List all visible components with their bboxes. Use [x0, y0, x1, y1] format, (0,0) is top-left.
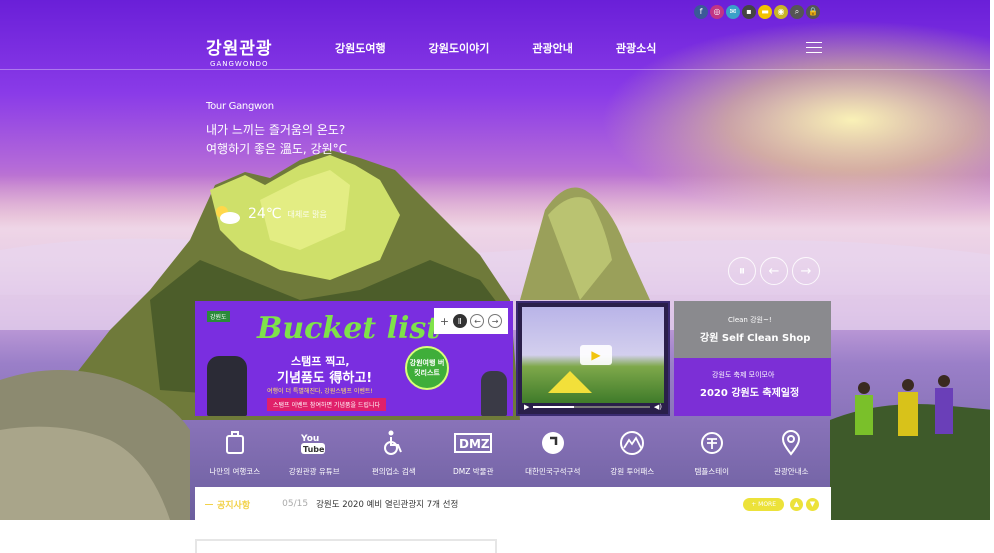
youtube-icon: YouTube [300, 434, 326, 454]
instagram-icon[interactable]: ◎ [710, 5, 724, 19]
banner-badge: 강원도 [207, 311, 230, 322]
notice-label-text: 공지사항 [217, 500, 251, 511]
nav-gangwon-story[interactable]: 강원도이야기 [429, 40, 490, 56]
quick-label: 강원 투어패스 [610, 467, 655, 476]
search-icon[interactable]: ⌕ [790, 5, 804, 19]
main-nav: 강원도여행 강원도이야기 관광안내 관광소식 [335, 40, 699, 56]
banner-controls: + Ⅱ ← → [434, 308, 508, 334]
festival-sub: 강원도 축제 모이모아 [712, 371, 775, 379]
hero-prev-button[interactable]: ← [760, 257, 788, 285]
hero-eyebrow: Tour Gangwon [206, 101, 274, 112]
quick-my-trip-course[interactable]: 나만의 여행코스 [195, 420, 275, 486]
banner-cta-bar: 스탬프 이벤트 참여하면 기념품을 드립니다 [267, 398, 386, 411]
temple-icon [700, 432, 723, 454]
hero-next-button[interactable]: → [792, 257, 820, 285]
quick-label: DMZ 박물관 [453, 467, 494, 476]
clean-shop-sub: Clean 강원~! [728, 316, 772, 324]
quick-label: 편의업소 검색 [371, 467, 416, 476]
wheelchair-icon [383, 430, 402, 455]
video-play-button[interactable]: ▶ [580, 345, 612, 365]
hero-slide-controls: ⏸ ← → [728, 257, 820, 285]
nav-tour-news[interactable]: 관광소식 [616, 40, 656, 56]
notice-headline-link[interactable]: 강원도 2020 예비 열린관광지 7개 선정 [316, 498, 458, 510]
notice-label: 공지사항 [205, 498, 250, 511]
photographer-figure-2 [481, 371, 507, 416]
video-progress-track[interactable] [533, 406, 650, 408]
quick-youtube[interactable]: You Tube 강원관광 유튜브 [275, 420, 355, 486]
svg-text:DMZ: DMZ [459, 437, 490, 451]
video-controls: ▶ ◀) [524, 403, 662, 411]
hero-headline-2: 여행하기 좋은 溫도, 강원°C [206, 142, 347, 156]
camera-icon[interactable]: ◉ [774, 5, 788, 19]
quick-label: 나만의 여행코스 [209, 467, 261, 476]
hero-headline-1: 내가 느끼는 즐거움의 온도? [206, 123, 346, 137]
quick-temple-stay[interactable]: 템플스테이 [672, 420, 752, 486]
lock-icon[interactable]: 🔒 [806, 5, 820, 19]
kakao-story-icon[interactable]: ▬ [758, 5, 772, 19]
dmz-icon: DMZ [454, 433, 493, 453]
volume-icon[interactable]: ◀) [654, 403, 662, 411]
video-control-play-icon[interactable]: ▶ [524, 403, 529, 411]
banner-next-button[interactable]: → [488, 314, 503, 328]
blog-icon[interactable]: ▪ [742, 5, 756, 19]
banner-add-button[interactable]: + [440, 315, 449, 328]
notice-counter: 05/15 [282, 499, 309, 509]
notice-more-button[interactable]: + MORE [743, 497, 784, 511]
video-progress-fill [533, 406, 575, 408]
hero-pause-button[interactable]: ⏸ [728, 257, 756, 285]
social-icon-bar: f ◎ ✉ ▪ ▬ ◉ ⌕ 🔒 [694, 5, 820, 19]
hamburger-menu-icon[interactable] [806, 42, 822, 54]
banner-small-text: 여행이 더 특별해진다, 강원스탬프 이벤트! [267, 388, 373, 395]
banner-line-2: 기념품도 得하고! [277, 371, 373, 386]
weather-widget: 24℃ 대체로 맑음 [212, 203, 327, 225]
corner-icon [541, 432, 564, 454]
video-screen: ▶ [522, 307, 664, 403]
svg-text:You: You [300, 434, 319, 444]
quick-korean-map[interactable]: 대한민국구석구석 [513, 420, 593, 486]
quick-dmz-museum[interactable]: DMZ DMZ 박물관 [434, 420, 514, 486]
below-fold-panel [195, 539, 497, 553]
facebook-icon[interactable]: f [694, 5, 708, 19]
svg-text:Tube: Tube [303, 445, 325, 454]
luggage-icon [225, 431, 244, 454]
bucket-list-stamp: 강원여행 버킷리스트 [405, 346, 449, 390]
photographer-figure [207, 356, 247, 416]
mountain-icon [620, 431, 645, 455]
weather-temp: 24℃ [248, 206, 282, 222]
video-player: ▶ ▶ ◀) [516, 301, 670, 416]
logo-korean: 강원관광 [206, 39, 273, 59]
quick-label: 템플스테이 [694, 467, 730, 476]
nav-gangwon-travel[interactable]: 강원도여행 [335, 40, 386, 56]
banner-prev-button[interactable]: ← [470, 314, 485, 328]
site-logo[interactable]: 강원관광 GANGWONDO [206, 34, 273, 68]
quick-menu: 나만의 여행코스 You Tube 강원관광 유튜브 편의업소 검색 DMZ DM… [195, 420, 831, 486]
notice-up-button[interactable]: ▲ [790, 497, 803, 511]
quick-label: 대한민국구석구석 [525, 467, 581, 476]
logo-english: GANGWONDO [210, 60, 269, 68]
quick-label: 관광안내소 [774, 467, 809, 476]
notice-bar: 공지사항 05/15 강원도 2020 예비 열린관광지 7개 선정 + MOR… [195, 487, 831, 521]
tent-figure [548, 371, 592, 393]
banner-pause-button[interactable]: Ⅱ [452, 314, 467, 328]
clean-shop-banner[interactable]: Clean 강원~! 강원 Self Clean Shop [674, 301, 831, 358]
nav-tour-info[interactable]: 관광안내 [532, 40, 572, 56]
chat-icon[interactable]: ✉ [726, 5, 740, 19]
quick-tour-pass[interactable]: 강원 투어패스 [593, 420, 673, 486]
clean-shop-title: 강원 Self Clean Shop [700, 333, 811, 344]
hero-copy: Tour Gangwon 내가 느끼는 즐거움의 온도? 여행하기 좋은 溫도,… [206, 101, 347, 159]
weather-desc: 대체로 맑음 [287, 209, 327, 219]
festival-title: 2020 강원도 축제일정 [700, 388, 800, 399]
partly-cloudy-icon [216, 206, 240, 224]
notice-down-button[interactable]: ▼ [806, 497, 819, 511]
frame-edge [990, 0, 994, 553]
quick-tour-info-center[interactable]: 관광안내소 [752, 420, 832, 486]
quick-label: 강원관광 유튜브 [288, 467, 340, 476]
quick-accessibility[interactable]: 편의업소 검색 [354, 420, 434, 486]
site-header: 강원관광 GANGWONDO 강원도여행 강원도이야기 관광안내 관광소식 [0, 24, 994, 70]
banner-title: Bucket list [257, 311, 441, 346]
festival-banner[interactable]: 강원도 축제 모이모아 2020 강원도 축제일정 [674, 358, 831, 416]
location-pin-icon [782, 430, 801, 456]
